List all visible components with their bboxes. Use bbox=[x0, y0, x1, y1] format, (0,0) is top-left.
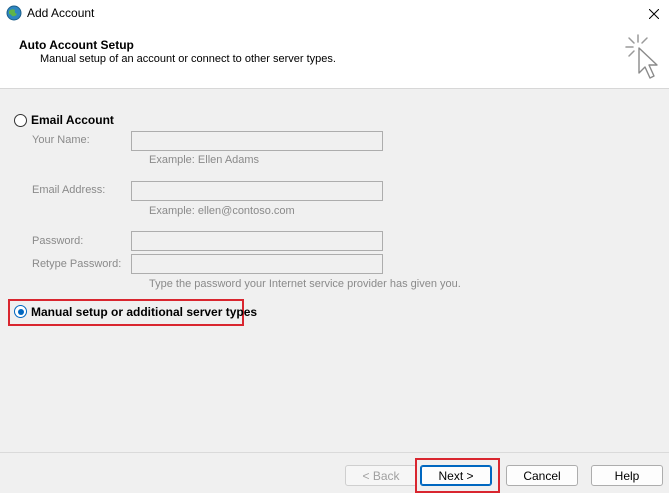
retype-password-field[interactable] bbox=[131, 254, 383, 274]
password-label: Password: bbox=[32, 235, 84, 247]
title-bar: Add Account bbox=[0, 0, 669, 27]
your-name-field[interactable] bbox=[131, 131, 383, 151]
email-address-label: Email Address: bbox=[32, 184, 106, 196]
cancel-button[interactable]: Cancel bbox=[506, 465, 578, 486]
your-name-hint: Example: Ellen Adams bbox=[149, 154, 260, 166]
header-subtitle: Manual setup of an account or connect to… bbox=[40, 53, 336, 65]
wizard-header: Auto Account Setup Manual setup of an ac… bbox=[0, 27, 669, 89]
email-address-hint: Example: ellen@contoso.com bbox=[149, 205, 295, 217]
cursor-click-icon bbox=[625, 34, 658, 79]
next-button[interactable]: Next > bbox=[420, 465, 492, 486]
password-hint: Type the password your Internet service … bbox=[149, 278, 461, 290]
close-button[interactable] bbox=[639, 0, 669, 27]
email-address-field[interactable] bbox=[131, 181, 383, 201]
back-button[interactable]: < Back bbox=[345, 465, 417, 486]
globe-icon bbox=[6, 5, 22, 21]
email-account-label[interactable]: Email Account bbox=[31, 113, 114, 127]
email-account-radio[interactable] bbox=[14, 114, 27, 127]
help-button[interactable]: Help bbox=[591, 465, 663, 486]
manual-setup-radio[interactable] bbox=[14, 305, 27, 318]
retype-password-label: Retype Password: bbox=[32, 258, 122, 270]
window-title: Add Account bbox=[27, 6, 95, 20]
manual-setup-label[interactable]: Manual setup or additional server types bbox=[31, 305, 257, 319]
close-icon bbox=[649, 8, 659, 19]
header-title: Auto Account Setup bbox=[19, 38, 134, 52]
footer-divider bbox=[0, 452, 669, 453]
password-field[interactable] bbox=[131, 231, 383, 251]
your-name-label: Your Name: bbox=[32, 134, 90, 146]
